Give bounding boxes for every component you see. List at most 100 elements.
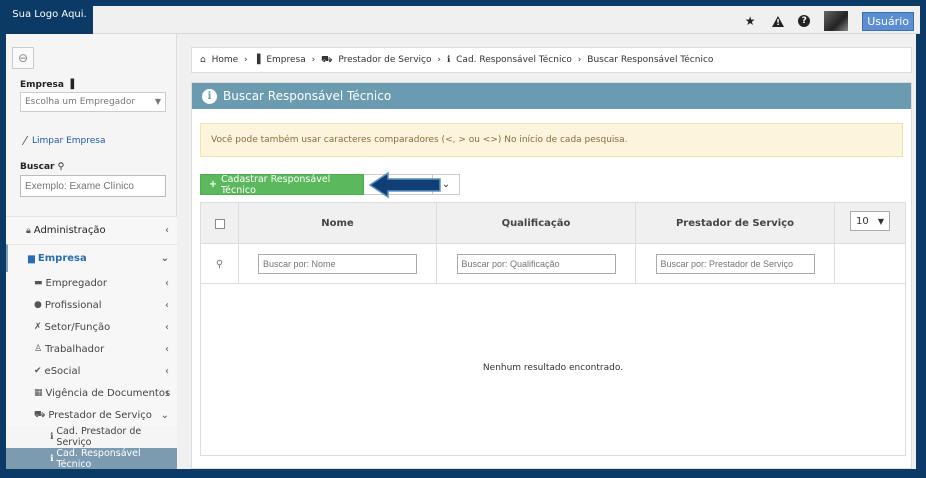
user-button[interactable]: Usuário [862, 11, 914, 31]
breadcrumb-separator: › [311, 55, 316, 65]
sidebar-search-input[interactable] [20, 175, 166, 197]
app-window: Sua Logo Aqui. ★ ! ? Usuário ⊖ Empresa ▐… [6, 6, 920, 469]
empresa-label-text: Empresa [20, 80, 64, 90]
info-icon: ℹ [50, 432, 54, 442]
search-icon: ⚲ [215, 258, 224, 270]
arrow-annotation-icon [368, 171, 441, 199]
alert-text: Você pode também usar caracteres compara… [211, 135, 628, 145]
chevron-down-icon: ▼ [154, 97, 161, 106]
check-icon: ✔ [34, 366, 42, 376]
chevron-left-icon: ‹ [165, 299, 169, 311]
chevron-down-icon: ⌄ [160, 409, 169, 421]
sidebar-item-administracao[interactable]: 🔒︎ Administração ‹ [6, 216, 177, 244]
filter-cell-prestador [636, 244, 835, 284]
info-icon: i [202, 88, 217, 104]
chevron-down-icon: ⌄ [160, 253, 169, 264]
chevron-down-icon: ▼ [877, 216, 884, 226]
sidebar: ⊖ Empresa ▐ Escolha um Empregador ▼ ⁄ Li… [6, 34, 177, 469]
sidebar-subitem-label: eSocial [44, 365, 81, 377]
wrench-icon: ✗ [34, 322, 42, 332]
empresa-select-value: Escolha um Empregador [25, 97, 136, 107]
chevron-left-icon: ‹ [165, 365, 169, 377]
sidebar-subitem-label: Profissional [44, 299, 102, 311]
sidebar-subitem-prestador[interactable]: ⛟ Prestador de Serviço ⌄ [6, 404, 177, 426]
filter-cell-qualificacao [437, 244, 636, 284]
column-header-qualificacao[interactable]: Qualificação [437, 203, 636, 244]
filter-cell-nome [239, 244, 437, 284]
sidebar-subitem-esocial[interactable]: ✔ eSocial ‹ [6, 360, 177, 382]
help-icon[interactable]: ? [798, 15, 811, 27]
select-all-cell [201, 203, 239, 244]
user-icon: ● [34, 300, 42, 310]
info-icon: ℹ [50, 454, 54, 464]
home-icon: ⌂ [200, 55, 206, 65]
sidebar-item-empresa[interactable]: ▆ Empresa ⌄ [6, 244, 177, 272]
buscar-label-text: Buscar [20, 162, 55, 172]
add-button-label: Cadastrar Responsável Técnico [220, 173, 331, 196]
info-alert: Você pode também usar caracteres compara… [200, 123, 903, 157]
building-icon: ▐ [253, 55, 261, 65]
chevron-left-icon: ‹ [165, 321, 169, 333]
clear-empresa-label: Limpar Empresa [32, 136, 106, 146]
collapse-sidebar-button[interactable]: ⊖ [12, 47, 34, 69]
column-header-nome[interactable]: Nome [239, 203, 437, 244]
calendar-icon: ▦ [34, 388, 43, 398]
page-title: Buscar Responsável Técnico [223, 89, 392, 103]
page-size-select[interactable]: 10 ▼ [850, 211, 890, 231]
sidebar-subitem-vigencia[interactable]: ▦ Vigência de Documentos ‹ [6, 382, 177, 404]
column-header-prestador[interactable]: Prestador de Serviço [636, 203, 835, 244]
chevron-left-icon: ‹ [165, 277, 169, 289]
sidebar-item-label: Empresa [37, 253, 87, 264]
panel-header: i Buscar Responsável Técnico [192, 83, 911, 109]
empresa-select[interactable]: Escolha um Empregador ▼ [20, 92, 166, 112]
briefcase-icon: ▬ [34, 278, 43, 288]
breadcrumb-home[interactable]: Home [212, 55, 239, 65]
breadcrumb-current: Buscar Responsável Técnico [587, 55, 714, 65]
top-bar: Sua Logo Aqui. ★ ! ? Usuário [6, 6, 920, 34]
filter-input-qualificacao[interactable] [456, 254, 616, 274]
breadcrumb-prestador[interactable]: Prestador de Serviço [338, 55, 431, 65]
logo[interactable]: Sua Logo Aqui. [6, 6, 93, 34]
clear-empresa-link[interactable]: ⁄ Limpar Empresa [24, 134, 106, 148]
breadcrumb-cad-responsavel[interactable]: Cad. Responsável Técnico [456, 55, 572, 65]
chevron-left-icon: ‹ [165, 225, 169, 236]
warning-icon[interactable]: ! [772, 15, 785, 27]
sidebar-subitem-label: Empregador [45, 277, 108, 289]
breadcrumb-separator: › [244, 55, 248, 65]
plus-icon: + [209, 179, 217, 190]
car-icon: ⛟ [321, 55, 333, 65]
sidebar-subitem-profissional[interactable]: ● Profissional ‹ [6, 294, 177, 316]
sidebar-subitem-trabalhador[interactable]: ♙ Trabalhador ‹ [6, 338, 177, 360]
sidebar-subsubitem-label: Cad. Responsável Técnico [56, 448, 141, 469]
select-all-checkbox[interactable] [214, 218, 225, 229]
breadcrumb-empresa[interactable]: Empresa [266, 55, 305, 65]
sidebar-subitem-setor-funcao[interactable]: ✗ Setor/Função ‹ [6, 316, 177, 338]
sidebar-subsubitem-cad-responsavel[interactable]: ℹ Cad. Responsável Técnico [6, 448, 177, 469]
sidebar-subitem-label: Prestador de Serviço [48, 409, 152, 421]
page-size-value: 10 [856, 215, 869, 227]
avatar[interactable] [824, 11, 849, 31]
person-icon: ♙ [34, 344, 43, 354]
building-icon: ▆ [28, 253, 35, 264]
sidebar-subsubitem-cad-prestador[interactable]: ℹ Cad. Prestador de Serviço [6, 426, 177, 448]
sidebar-subitem-empregador[interactable]: ▬ Empregador ‹ [6, 272, 177, 294]
breadcrumb-separator: › [577, 55, 582, 65]
add-responsavel-button[interactable]: + Cadastrar Responsável Técnico [200, 173, 364, 196]
search-panel: i Buscar Responsável Técnico Você pode t… [191, 82, 912, 469]
sidebar-subsubitem-label: Cad. Prestador de Serviço [56, 426, 142, 448]
filter-input-nome[interactable] [258, 254, 417, 274]
empty-message: Nenhum resultado encontrado. [482, 363, 624, 373]
breadcrumb: ⌂ Home › ▐ Empresa › ⛟ Prestador de Serv… [191, 47, 912, 73]
car-icon: ⛟ [34, 409, 46, 420]
sidebar-item-label: Administração [33, 225, 106, 236]
sidebar-subitem-label: Vigência de Documentos [45, 387, 171, 399]
star-icon[interactable]: ★ [742, 13, 758, 29]
building-icon: ▐ [67, 80, 75, 90]
chevron-down-icon: ⌄ [441, 179, 451, 190]
sidebar-subitem-label: Setor/Função [44, 321, 111, 333]
top-icons: ★ ! ? Usuário [742, 11, 914, 31]
sidebar-subitem-label: Trabalhador [45, 343, 105, 355]
buscar-label: Buscar ⚲ [20, 162, 64, 172]
results-table: Nome Qualificação Prestador de Serviço 1… [200, 202, 906, 456]
filter-input-prestador[interactable] [655, 254, 815, 274]
